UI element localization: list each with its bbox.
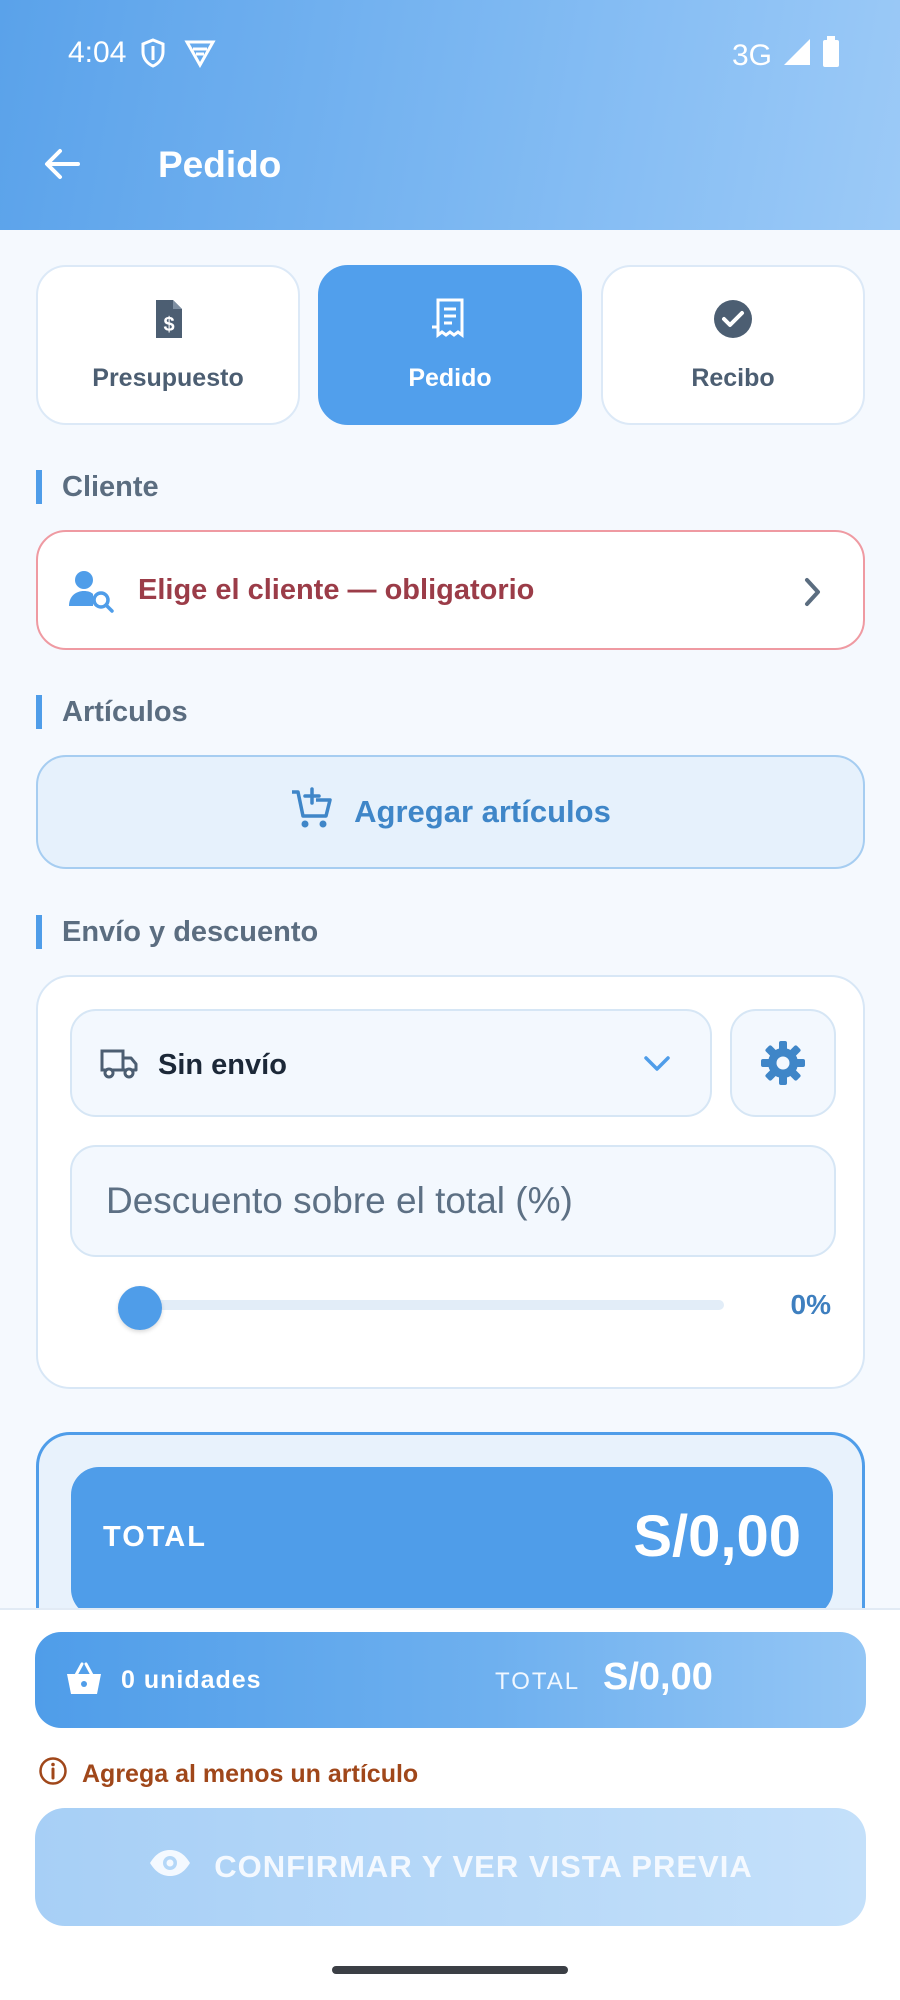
status-time: 4:04 [68,36,127,69]
bottom-action-sheet: 0 unidades TOTAL S/0,00 Agrega al menos … [0,1608,900,2000]
shipping-dropdown[interactable]: Sin envío [70,1009,712,1117]
signal-icon [782,37,812,75]
basket-icon [65,1660,103,1698]
confirm-preview-button[interactable]: CONFIRMAR Y VER VISTA PREVIA [35,1808,866,1926]
info-circle-icon [38,1756,68,1793]
units-count: 0 unidades [121,1666,262,1694]
add-items-button[interactable]: Agregar artículos [36,755,865,869]
shipping-selected-value: Sin envío [158,1049,287,1081]
warning-text: Agrega al menos un artículo [82,1760,419,1788]
cart-plus-icon [290,786,334,838]
discount-input[interactable]: Descuento sobre el total (%) [70,1145,836,1257]
summary-total-label: TOTAL [495,1668,581,1695]
gear-icon [761,1041,805,1085]
shield-icon [140,38,166,76]
order-summary-bar: 0 unidades TOTAL S/0,00 [35,1632,866,1728]
tab-label: Recibo [691,364,775,392]
app-header: 4:04 3G Pedido [0,0,900,230]
shipping-settings-button[interactable] [730,1009,836,1117]
chevron-right-icon [797,574,827,610]
client-selector[interactable]: Elige el cliente — obligatorio [36,530,865,650]
section-label-cliente: Cliente [36,470,159,504]
discount-value: 0% [790,1289,831,1320]
tab-pedido[interactable]: Pedido [318,265,582,425]
tab-label: Pedido [408,364,492,392]
confirm-label: CONFIRMAR Y VER VISTA PREVIA [214,1849,753,1884]
client-select-text: Elige el cliente — obligatorio [138,574,535,606]
battery-icon [822,36,840,76]
total-amount: S/0,00 [633,1504,801,1569]
check-circle-icon [711,297,755,348]
invoice-dollar-icon: $ [146,297,190,348]
validation-warning: Agrega al menos un artículo [38,1756,418,1793]
total-banner: TOTAL S/0,00 [71,1467,833,1617]
status-bar: 4:04 3G [0,28,900,78]
section-label-envio: Envío y descuento [36,915,318,949]
user-search-icon [68,568,114,614]
summary-total-amount: S/0,00 [603,1656,713,1698]
tab-presupuesto[interactable]: $ Presupuesto [36,265,300,425]
receipt-icon [428,297,472,348]
discount-slider-track[interactable] [128,1300,724,1310]
vpn-icon [184,38,216,76]
discount-slider-thumb[interactable] [118,1286,162,1330]
total-card: TOTAL S/0,00 [36,1432,865,1632]
shipping-discount-card: Sin envío Descuento sobre el total (%) 0… [36,975,865,1389]
section-label-articulos: Artículos [36,695,188,729]
svg-text:$: $ [163,314,174,336]
tab-recibo[interactable]: Recibo [601,265,865,425]
home-indicator[interactable] [332,1966,568,1974]
arrow-left-icon [45,149,80,179]
back-button[interactable] [38,140,86,188]
eye-icon [148,1848,192,1886]
total-label: TOTAL [103,1521,207,1553]
chevron-down-icon [642,1053,672,1075]
add-items-label: Agregar artículos [354,794,611,829]
network-type: 3G [731,39,772,72]
tab-label: Presupuesto [92,364,244,392]
truck-icon [100,1047,138,1079]
page-title: Pedido [158,144,282,185]
